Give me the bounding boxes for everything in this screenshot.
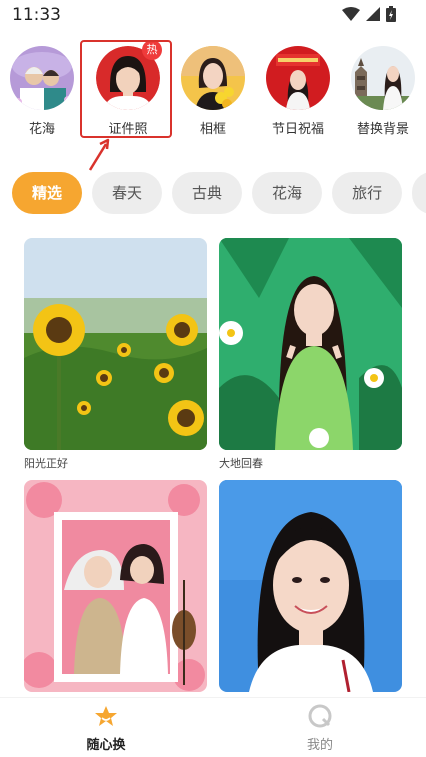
category-row: 花海 热 证件照 相框 节日祝福 替换背景 <box>0 40 426 140</box>
category-label: 花海 <box>28 122 55 137</box>
highlight-box <box>80 40 172 138</box>
template-title: 大地回春 <box>219 457 263 470</box>
tab-classical[interactable]: 古典 <box>172 172 243 214</box>
tab-flower-sea[interactable]: 花海 <box>252 172 323 214</box>
template-card[interactable]: 大地回春 <box>219 238 402 471</box>
template-card[interactable] <box>219 480 402 697</box>
tab-featured[interactable]: 精选 <box>12 172 83 214</box>
status-time: 11:33 <box>12 5 61 25</box>
template-image <box>24 238 207 450</box>
template-image <box>219 480 402 692</box>
template-image <box>219 238 402 450</box>
category-item-festival[interactable]: 节日祝福 <box>256 46 340 137</box>
tab-more-partial[interactable] <box>412 172 426 214</box>
tab-travel[interactable]: 旅行 <box>332 172 403 214</box>
category-label: 相框 <box>199 122 226 137</box>
category-item-flower-sea[interactable]: 花海 <box>0 46 84 137</box>
nav-label: 我的 <box>306 738 333 753</box>
status-icons <box>342 6 396 22</box>
template-card[interactable]: 阳光正好 <box>24 238 207 471</box>
battery-icon <box>386 6 396 22</box>
tab-spring[interactable]: 春天 <box>92 172 163 214</box>
category-item-replace-bg[interactable]: 替换背景 <box>341 46 425 137</box>
status-bar: 11:33 <box>0 0 426 30</box>
template-title: 阳光正好 <box>24 457 68 470</box>
wifi-icon <box>342 7 360 21</box>
tab-bar: 精选 春天 古典 花海 旅行 <box>12 172 426 214</box>
star-crown-icon <box>95 706 117 726</box>
nav-item-home[interactable]: 随心换 <box>56 704 156 753</box>
category-thumb <box>351 46 415 110</box>
nav-item-mine[interactable]: 我的 <box>270 704 370 753</box>
template-card[interactable] <box>24 480 207 697</box>
template-image <box>24 480 207 692</box>
category-label: 替换背景 <box>356 122 409 137</box>
category-thumb <box>181 46 245 110</box>
category-item-frame[interactable]: 相框 <box>171 46 255 137</box>
arrow-annotation-icon <box>88 138 110 171</box>
profile-icon <box>308 704 332 728</box>
category-thumb <box>266 46 330 110</box>
signal-icon <box>366 7 380 21</box>
nav-label: 随心换 <box>86 738 126 753</box>
category-thumb <box>10 46 74 110</box>
bottom-nav: 随心换 我的 <box>0 697 426 757</box>
category-label: 节日祝福 <box>271 122 324 137</box>
